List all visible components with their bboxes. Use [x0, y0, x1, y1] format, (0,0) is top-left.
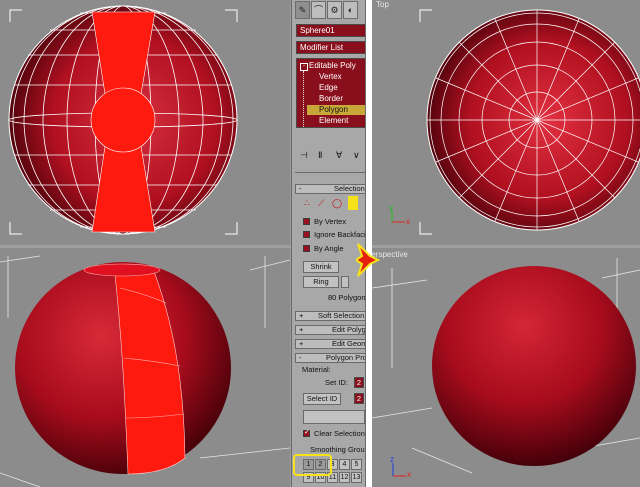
by-vertex-checkbox[interactable]: [303, 218, 310, 225]
stack-item-editable-poly[interactable]: Editable Poly: [309, 61, 356, 71]
perspective-viewport-canvas: [372, 258, 640, 477]
axis-gizmo-perspective: [392, 463, 406, 477]
motion-tab[interactable]: ◐: [343, 1, 358, 19]
select-id-button[interactable]: Select ID: [303, 393, 341, 405]
viewport-top[interactable]: Top y x: [372, 0, 640, 245]
vertex-mode-icon[interactable]: ∴: [304, 198, 310, 209]
modify-icon: ✎: [298, 5, 307, 15]
border-mode-icon[interactable]: ◯: [332, 198, 342, 209]
axis-label-x-persp: x: [407, 470, 411, 479]
rollout-sign: +: [299, 339, 304, 348]
polygon-properties-rollout-header[interactable]: - Polygon Properties: [295, 353, 365, 363]
stack-item-border[interactable]: Border: [319, 94, 343, 104]
edit-geometry-rollout[interactable]: + Edit Geometry: [295, 339, 366, 349]
rollout-title: Soft Selection: [318, 311, 365, 320]
panel-separator: [295, 172, 365, 173]
smoothing-group-12[interactable]: 12: [339, 472, 350, 483]
make-unique-icon[interactable]: ∀: [336, 150, 342, 161]
stack-item-edge[interactable]: Edge: [319, 83, 338, 93]
polygon-mode-icon[interactable]: [348, 196, 358, 210]
rollout-title: Selection: [334, 184, 365, 193]
by-vertex-label: By Vertex: [314, 217, 347, 226]
check-icon: ✓: [304, 429, 310, 436]
modifier-stack[interactable]: - Editable Poly Vertex Edge Border Polyg…: [296, 58, 365, 128]
modify-tab[interactable]: ✎: [295, 1, 310, 19]
ignore-backfacing-checkbox[interactable]: [303, 231, 310, 238]
smoothing-group-13[interactable]: 13: [351, 472, 362, 483]
rollout-title: Edit Polygons: [332, 325, 366, 334]
hierarchy-icon: ⚙: [330, 5, 339, 15]
rollout-sign: +: [299, 311, 304, 320]
stack-item-polygon[interactable]: Polygon: [307, 105, 365, 115]
shrink-button[interactable]: Shrink: [303, 261, 339, 273]
viewport-perspective[interactable]: Perspective z x: [372, 248, 640, 487]
remove-modifier-icon[interactable]: ∨: [353, 150, 360, 161]
arrow-annotation: [356, 243, 380, 277]
front-viewport-canvas: [8, 5, 238, 235]
smoothing-groups-highlight: [293, 454, 332, 476]
hierarchy-tab[interactable]: ⚙: [327, 1, 342, 19]
top-cap-left: [83, 263, 161, 277]
clear-selection-label: Clear Selection: [314, 429, 365, 438]
smoothing-group-5[interactable]: 5: [351, 459, 362, 470]
stack-collapse-toggle[interactable]: -: [300, 63, 308, 71]
motion-icon: ◐: [347, 5, 354, 15]
arrow-icon: [356, 243, 380, 277]
rollout-sign: -: [299, 353, 302, 362]
set-id-label: Set ID:: [325, 378, 348, 387]
set-id-spinner[interactable]: 2: [354, 377, 364, 388]
stack-tree-line: [303, 71, 304, 127]
object-name-field[interactable]: Sphere01: [296, 24, 365, 37]
smoothing-groups-label: Smoothing Groups: [310, 445, 365, 454]
clear-selection-checkbox[interactable]: ✓: [303, 429, 310, 437]
axis-label-x: x: [406, 217, 410, 226]
pin-stack-icon[interactable]: ⊣: [300, 150, 308, 161]
rollout-sign: +: [299, 325, 304, 334]
viewport-left[interactable]: [0, 248, 290, 487]
axis-label-z: z: [390, 455, 394, 464]
selection-status: 80 Polygons: [328, 293, 366, 302]
axis-gizmo-top: [391, 210, 405, 223]
select-id-spinner[interactable]: 2: [354, 393, 364, 404]
selection-mode-icons: ∴ ⟋ ◯: [302, 196, 365, 212]
by-angle-checkbox[interactable]: [303, 245, 310, 252]
stack-tools: ⊣ Ⅱ ∀ ∨: [298, 150, 364, 164]
curve-icon: ⌒: [313, 5, 323, 15]
by-angle-label: By Angle: [314, 244, 344, 253]
stack-item-element[interactable]: Element: [319, 116, 348, 126]
smoothing-group-4[interactable]: 4: [339, 459, 350, 470]
show-end-result-icon[interactable]: Ⅱ: [318, 150, 322, 161]
command-panel: ✎ ⌒ ⚙ ◐ Sphere01 Modifier List - Editabl…: [291, 0, 366, 487]
stack-item-vertex[interactable]: Vertex: [319, 72, 342, 82]
edit-polygons-rollout[interactable]: + Edit Polygons: [295, 325, 366, 335]
ring-button[interactable]: Ring: [303, 276, 339, 288]
selected-polygons-centre: [90, 87, 156, 153]
soft-selection-rollout[interactable]: + Soft Selection: [295, 311, 365, 321]
left-viewport-canvas: [0, 255, 290, 487]
axis-label-y: y: [389, 203, 393, 212]
edge-mode-icon[interactable]: ⟋: [318, 198, 324, 209]
material-name-dropdown[interactable]: [303, 410, 365, 424]
ring-spinner[interactable]: [341, 276, 349, 288]
sphere-shaded-perspective: [432, 266, 636, 466]
modifier-list-dropdown[interactable]: Modifier List: [296, 41, 365, 54]
rollout-sign: -: [299, 184, 302, 193]
rollout-title: Edit Geometry: [332, 339, 366, 348]
selection-rollout-header[interactable]: - Selection: [295, 184, 365, 194]
top-viewport-canvas: [391, 9, 640, 235]
viewport-front[interactable]: [0, 0, 290, 245]
rollout-title: Polygon Properties: [326, 353, 365, 362]
curve-tab[interactable]: ⌒: [311, 1, 326, 19]
material-group-label: Material:: [302, 365, 331, 374]
viewport-label-top[interactable]: Top: [376, 0, 389, 9]
